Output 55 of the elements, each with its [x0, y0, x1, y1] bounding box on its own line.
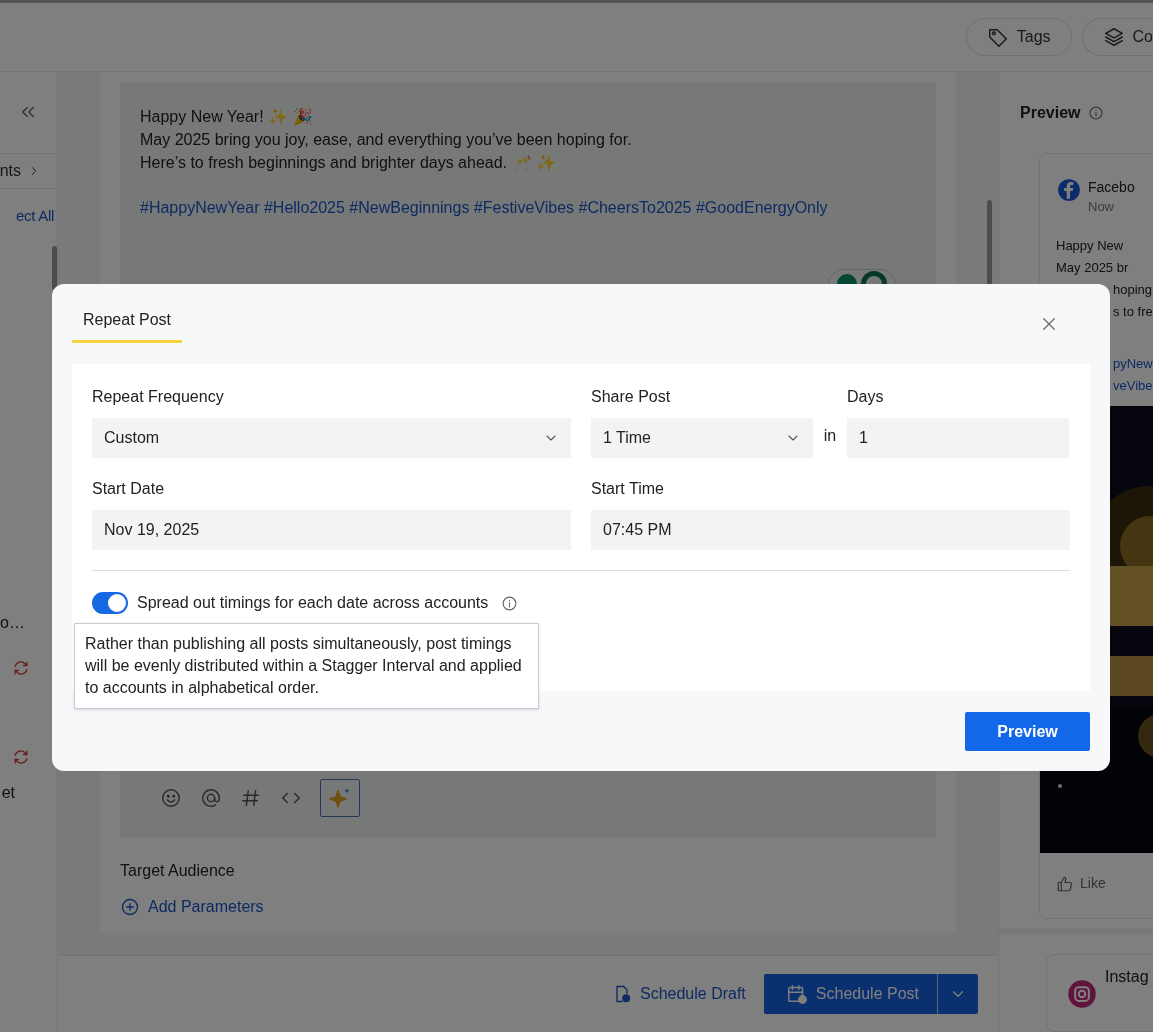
close-icon: [1040, 315, 1058, 333]
dropdown[interactable]: 1 Time: [591, 418, 813, 458]
select-all-link[interactable]: ect All: [16, 205, 54, 228]
account-name: Instag: [1105, 967, 1149, 988]
account-name: Facebo: [1088, 178, 1135, 197]
connector-text: in: [822, 426, 838, 446]
scrollbar-thumb: [52, 246, 57, 290]
at-sign-icon: [200, 787, 222, 809]
hashtag-icon: [240, 787, 262, 809]
field-label: Start Date: [92, 479, 166, 499]
tab[interactable]: Repeat Post: [72, 308, 183, 343]
field-label: Start Time: [591, 479, 665, 499]
info-icon: [501, 594, 519, 612]
panel-title: Preview: [1020, 103, 1081, 123]
thumbs-up-icon: [1056, 874, 1074, 893]
close-button[interactable]: [1040, 315, 1058, 333]
hashtag-text: veVibe: [1112, 377, 1153, 395]
emoji-icon: [160, 787, 182, 809]
calendar-clock-icon: [785, 983, 808, 1005]
account-name: o…: [0, 612, 25, 633]
toggle-switch[interactable]: [92, 592, 128, 614]
account-label: et: [1, 782, 15, 803]
plus-circle-icon: [120, 897, 140, 917]
post-text-line: s to fre: [1112, 303, 1153, 321]
dropdown[interactable]: Custom: [92, 418, 571, 458]
post-text-line: Here’s to fresh beginnings and brighter days ahead. 🥂 ✨: [140, 153, 557, 173]
post-text-line: Happy New Year! ✨ 🎉: [140, 107, 314, 128]
tooltip: Rather than publishing all posts simultaneously, post timings will be evenly distributed within a Stagger Interval and applied to accounts in alphabetical order.: [74, 623, 539, 709]
ai-assist-button[interactable]: [320, 779, 360, 817]
post-text-line: hoping: [1112, 281, 1153, 299]
preview-button[interactable]: Preview: [965, 712, 1090, 751]
field-label: Days: [847, 387, 885, 407]
post-text-line: May 2025 br: [1056, 259, 1130, 277]
tag-icon: [986, 26, 1009, 48]
field-label: Repeat Frequency: [92, 387, 225, 407]
post-text-line: Happy New: [1056, 237, 1125, 255]
like-button[interactable]: Like: [1056, 873, 1153, 894]
info-icon: [1088, 105, 1105, 121]
input-field[interactable]: Nov 19, 2025: [92, 510, 571, 550]
add-parameters-link[interactable]: Add Parameters: [120, 895, 936, 919]
layers-icon: [1102, 26, 1125, 48]
sparkle-icon: [328, 786, 352, 810]
post-text-line: May 2025 bring you joy, ease, and everything you’ve been hoping for.: [140, 130, 633, 150]
toggle-label: Spread out timings for each date across accounts: [137, 593, 489, 613]
input-field[interactable]: 1: [847, 418, 1069, 458]
hashtags-text: #HappyNewYear #Hello2025 #NewBeginnings #FestiveVibes #CheersTo2025 #GoodEnergyOnly: [140, 198, 829, 218]
facebook-icon: [1056, 177, 1082, 203]
input-field[interactable]: 07:45 PM: [591, 510, 1070, 550]
instagram-icon: [1067, 979, 1097, 1010]
section-item[interactable]: nts: [0, 153, 57, 189]
section-label: Target Audience: [120, 861, 236, 881]
hashtag-text: pyNew: [1112, 355, 1153, 373]
schedule-draft-button[interactable]: Schedule Draft: [611, 982, 746, 1006]
post-time: Now: [1088, 198, 1115, 216]
field-label: Share Post: [591, 387, 672, 407]
